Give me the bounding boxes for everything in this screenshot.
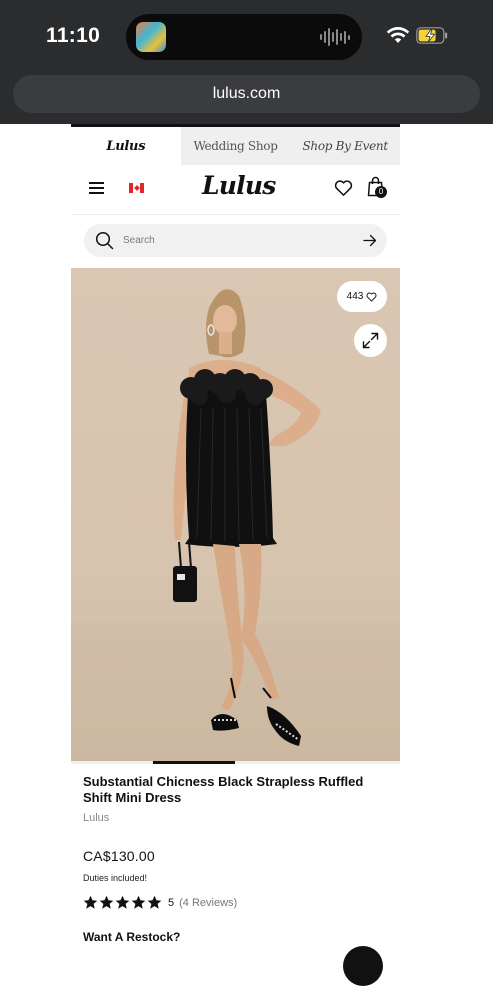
search-input[interactable]: Search <box>123 235 155 246</box>
rating-stars <box>83 895 162 910</box>
star-icon <box>99 895 114 909</box>
heart-icon[interactable] <box>334 179 353 197</box>
wifi-icon <box>386 27 410 43</box>
arrow-right-icon[interactable] <box>363 234 377 247</box>
hamburger-menu-icon[interactable] <box>89 182 104 194</box>
star-icon <box>115 895 130 909</box>
brand-tabs: Lulus Wedding Shop Shop By Event <box>71 127 400 165</box>
reviews-link[interactable]: (4 Reviews) <box>179 897 237 909</box>
product-title: Substantial Chicness Black Strapless Ruf… <box>83 774 364 805</box>
product-price: CA$130.00 <box>83 848 155 864</box>
tab-lulus[interactable]: Lulus <box>71 127 181 165</box>
model-photo <box>173 289 321 746</box>
address-bar[interactable]: lulus.com <box>13 75 480 113</box>
product-brand[interactable]: Lulus <box>83 812 109 824</box>
star-icon <box>83 895 98 909</box>
duties-note: Duties included! <box>83 873 148 883</box>
restock-heading: Want A Restock? <box>83 930 181 944</box>
cart-count-badge: 0 <box>375 186 387 198</box>
like-button[interactable]: 443 <box>337 281 387 312</box>
music-app-icon <box>136 22 166 52</box>
tab-shop-by-event[interactable]: Shop By Event <box>290 127 400 165</box>
expand-image-button[interactable] <box>354 324 387 357</box>
star-icon <box>147 895 162 909</box>
heart-outline-icon <box>366 292 377 302</box>
search-icon <box>95 231 114 250</box>
status-bar: 11:10 lulus.com <box>0 0 493 124</box>
status-time: 11:10 <box>46 24 101 47</box>
url-text: lulus.com <box>212 85 281 102</box>
chat-button[interactable] <box>343 946 383 986</box>
gallery-progress-indicator <box>153 761 235 764</box>
battery-charging-icon <box>416 27 448 44</box>
product-rating[interactable]: 5 (4 Reviews) <box>83 895 237 910</box>
web-page: Lulus Wedding Shop Shop By Event Lulus 0… <box>71 124 400 960</box>
gallery-progress-track <box>71 761 400 764</box>
dynamic-island[interactable] <box>126 14 362 60</box>
like-count: 443 <box>346 291 364 302</box>
star-icon <box>131 895 146 909</box>
site-header: Lulus 0 <box>71 165 400 215</box>
search-bar[interactable]: Search <box>84 224 387 257</box>
audio-waveform-icon <box>320 27 350 47</box>
expand-icon <box>362 332 379 349</box>
product-image[interactable]: 443 <box>71 268 400 762</box>
canada-flag-icon[interactable] <box>129 183 144 193</box>
tab-wedding-shop[interactable]: Wedding Shop <box>181 127 291 165</box>
site-logo[interactable]: Lulus <box>202 171 276 200</box>
rating-value: 5 <box>168 896 175 909</box>
